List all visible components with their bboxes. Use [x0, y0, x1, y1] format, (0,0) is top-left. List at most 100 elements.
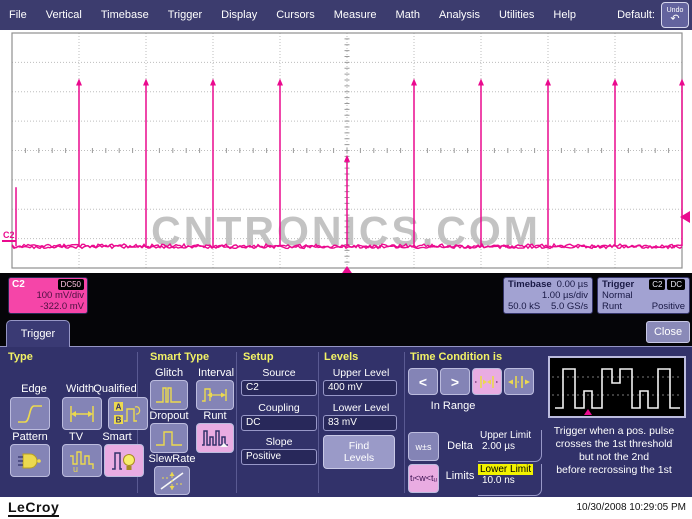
trigger-coupling-badge: DC	[667, 279, 685, 290]
svg-text:u: u	[73, 464, 78, 474]
pattern-button-label: Pattern	[6, 431, 54, 443]
lower-level-input[interactable]: 83 mV	[323, 415, 397, 431]
runt-button-label: Runt	[198, 410, 232, 422]
coupling-select[interactable]: DC	[241, 415, 317, 431]
qualified-trigger-button[interactable]: A B	[108, 397, 148, 430]
timebase-sample-rate: 5.0 GS/s	[551, 301, 588, 312]
source-select[interactable]: C2	[241, 380, 317, 396]
channel-offset: -322.0 mV	[12, 301, 84, 312]
description-line: crosses the 1st threshold	[538, 438, 690, 451]
source-label: Source	[241, 367, 317, 379]
channel-name: C2	[12, 279, 25, 290]
menu-item-file[interactable]: File	[9, 9, 27, 21]
lower-limit-group[interactable]: Lower Limit 10.0 ns	[478, 464, 542, 496]
find-levels-button[interactable]: Find Levels	[323, 435, 395, 469]
channel-c2-descriptor[interactable]: C2 DC50 100 mV/div -322.0 mV	[8, 277, 88, 314]
smart-trigger-button[interactable]	[104, 444, 144, 477]
datetime: 10/30/2008 10:29:05 PM	[576, 502, 686, 513]
menu-item-analysis[interactable]: Analysis	[439, 9, 480, 21]
timebase-samples: 50.0 kS	[508, 301, 540, 312]
smart-lightbulb-icon	[109, 448, 139, 474]
slewrate-button-label: SlewRate	[142, 453, 202, 465]
edge-button-label: Edge	[14, 383, 54, 395]
menu-item-trigger[interactable]: Trigger	[168, 9, 202, 21]
smart-button-label: Smart	[96, 431, 138, 443]
dropout-trigger-button[interactable]	[150, 423, 188, 453]
interval-icon	[200, 384, 230, 406]
limits-mode-button[interactable]: tₗ<w<tᵤ	[408, 464, 439, 493]
timebase-title: Timebase	[508, 279, 552, 290]
type-section-title: Type	[8, 351, 33, 363]
upper-limit-value: 2.00 µs	[478, 441, 515, 452]
channel-position-marker[interactable]: C2	[2, 230, 16, 242]
menu-item-timebase[interactable]: Timebase	[101, 9, 149, 21]
out-of-range-button[interactable]	[504, 368, 534, 395]
trigger-level-marker[interactable]	[680, 211, 690, 223]
interval-trigger-button[interactable]	[196, 380, 234, 410]
undo-arrow-icon: ↶	[662, 15, 688, 24]
separator	[318, 352, 319, 493]
qualified-button-label: Qualified	[92, 383, 138, 395]
lower-limit-label: Lower Limit	[478, 464, 533, 475]
timebase-descriptor[interactable]: Timebase 0.00 µs 1.00 µs/div 50.0 kS 5.0…	[503, 277, 593, 314]
width-icon	[67, 402, 97, 426]
description-line: Trigger when a pos. pulse	[538, 425, 690, 438]
edge-trigger-button[interactable]	[10, 397, 50, 430]
slope-label: Slope	[241, 436, 317, 448]
runt-preview-waveform-icon	[550, 358, 684, 416]
trigger-source-badge: C2	[649, 279, 665, 290]
trigger-mode: Normal	[602, 290, 633, 301]
trigger-description: Trigger when a pos. pulse crosses the 1s…	[538, 425, 690, 477]
undo-button[interactable]: Undo ↶	[661, 2, 689, 28]
trigger-type: Runt	[602, 301, 622, 312]
channel-volts-per-div: 100 mV/div	[12, 290, 84, 301]
dropout-button-label: Dropout	[144, 410, 194, 422]
menu-item-help[interactable]: Help	[553, 9, 576, 21]
menu-item-utilities[interactable]: Utilities	[499, 9, 534, 21]
greater-than-button[interactable]: >	[440, 368, 470, 395]
slewrate-icon	[158, 470, 186, 492]
close-button[interactable]: Close	[646, 321, 690, 343]
runt-trigger-button[interactable]	[196, 423, 234, 453]
delta-mode-button[interactable]: w±s	[408, 432, 439, 461]
menu-item-vertical[interactable]: Vertical	[46, 9, 82, 21]
in-range-button[interactable]	[472, 368, 502, 395]
runt-icon	[200, 427, 230, 449]
edge-icon	[15, 402, 45, 426]
time-condition-title: Time Condition is	[410, 351, 502, 363]
pattern-logic-gate-icon	[15, 449, 45, 473]
delta-label: Delta	[442, 440, 478, 452]
channel-coupling-badge: DC50	[58, 279, 84, 290]
lecroy-logo: LeCroy	[8, 499, 59, 517]
glitch-trigger-button[interactable]	[150, 380, 188, 410]
timebase-delay: 0.00 µs	[557, 279, 588, 290]
runt-preview-diagram	[548, 356, 686, 418]
levels-section-title: Levels	[324, 351, 358, 363]
trigger-tab[interactable]: Trigger	[6, 320, 70, 347]
in-range-icon	[474, 373, 500, 391]
menu-item-measure[interactable]: Measure	[334, 9, 377, 21]
upper-limit-label: Upper Limit	[478, 430, 533, 441]
separator	[404, 352, 405, 493]
lower-limit-value: 10.0 ns	[478, 475, 515, 486]
glitch-icon	[154, 384, 184, 406]
upper-level-input[interactable]: 400 mV	[323, 380, 397, 396]
tv-icon: u	[67, 448, 97, 474]
menu-item-cursors[interactable]: Cursors	[276, 9, 315, 21]
description-line: but not the 2nd	[538, 451, 690, 464]
dropout-icon	[154, 427, 184, 449]
coupling-label: Coupling	[241, 402, 317, 414]
less-than-button[interactable]: <	[408, 368, 438, 395]
trigger-descriptor[interactable]: Trigger C2 DC Normal Runt Positive	[597, 277, 690, 314]
interval-button-label: Interval	[192, 367, 240, 379]
waveform-display: CNTRONICS.COM C2	[0, 30, 692, 273]
slewrate-trigger-button[interactable]	[154, 466, 190, 495]
width-trigger-button[interactable]	[62, 397, 102, 430]
tv-trigger-button[interactable]: u	[62, 444, 102, 477]
menu-item-display[interactable]: Display	[221, 9, 257, 21]
pattern-trigger-button[interactable]	[10, 444, 50, 477]
slope-select[interactable]: Positive	[241, 449, 317, 465]
upper-limit-group[interactable]: Upper Limit 2.00 µs	[478, 430, 542, 462]
menu-item-math[interactable]: Math	[396, 9, 420, 21]
svg-text:A: A	[116, 402, 122, 411]
